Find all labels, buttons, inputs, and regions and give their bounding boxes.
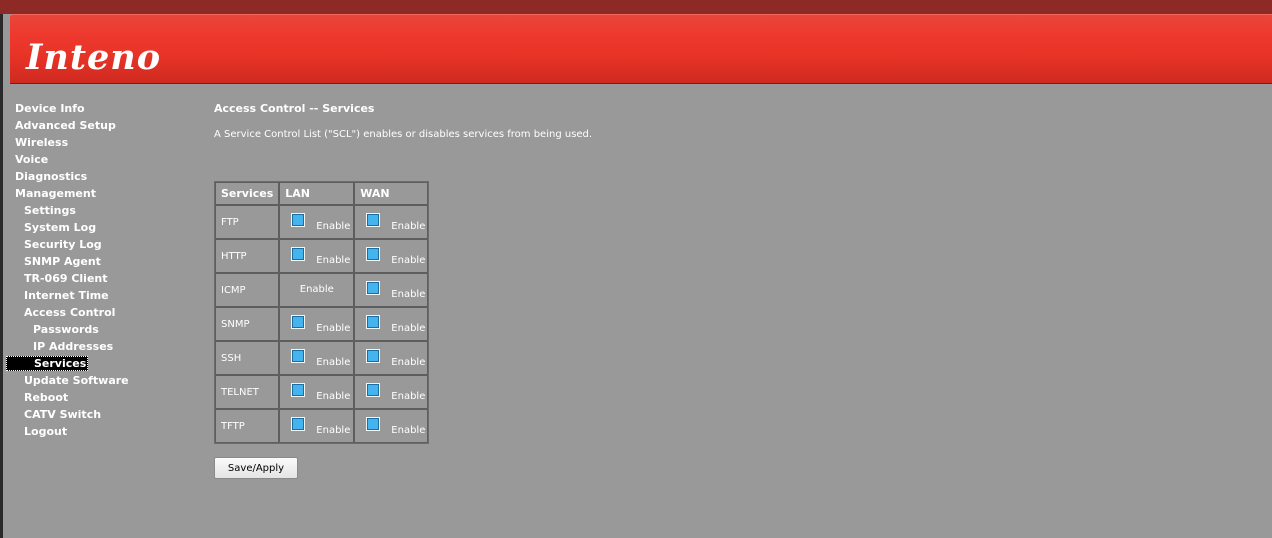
inteno-logo: Inteno <box>26 37 162 78</box>
enable-label: Enable <box>391 289 426 300</box>
enable-label: Enable <box>391 255 426 266</box>
lan-cell: Enable <box>279 307 355 341</box>
sidebar-item-settings[interactable]: Settings <box>6 202 196 219</box>
table-row-ssh: SSH Enable Enable <box>215 341 429 375</box>
save-apply-button[interactable]: Save/Apply <box>214 457 298 479</box>
sidebar-item-wireless[interactable]: Wireless <box>6 134 196 151</box>
table-row-telnet: TELNET Enable Enable <box>215 375 429 409</box>
wan-snmp-checkbox[interactable] <box>366 315 381 329</box>
column-header-services: Services <box>215 182 280 205</box>
sidebar-item-services[interactable]: Services <box>6 356 88 371</box>
service-name: TFTP <box>215 409 280 443</box>
sidebar-item-update-software[interactable]: Update Software <box>6 372 196 389</box>
lan-cell: Enable <box>279 409 355 443</box>
wan-cell: Enable <box>354 273 429 307</box>
sidebar-item-ip-addresses[interactable]: IP Addresses <box>6 338 196 355</box>
sidebar-item-device-info[interactable]: Device Info <box>6 100 196 117</box>
table-row-icmp: ICMP Enable Enable <box>215 273 429 307</box>
column-header-wan: WAN <box>354 182 429 205</box>
table-header-row: Services LAN WAN <box>215 182 429 205</box>
service-name: HTTP <box>215 239 280 273</box>
service-name: FTP <box>215 205 280 239</box>
sidebar-item-tr069-client[interactable]: TR-069 Client <box>6 270 196 287</box>
wan-cell: Enable <box>354 239 429 273</box>
sidebar-item-snmp-agent[interactable]: SNMP Agent <box>6 253 196 270</box>
lan-http-checkbox[interactable] <box>291 247 306 261</box>
table-row-tftp: TFTP Enable Enable <box>215 409 429 443</box>
enable-label: Enable <box>299 284 334 295</box>
sidebar-item-logout[interactable]: Logout <box>6 423 196 440</box>
enable-label: Enable <box>391 357 426 368</box>
wan-icmp-checkbox[interactable] <box>366 281 381 295</box>
sidebar-item-advanced-setup[interactable]: Advanced Setup <box>6 117 196 134</box>
sidebar-nav: Device Info Advanced Setup Wireless Voic… <box>6 100 196 440</box>
page-title: Access Control -- Services <box>214 102 375 115</box>
wan-cell: Enable <box>354 307 429 341</box>
lan-cell: Enable <box>279 341 355 375</box>
wan-tftp-checkbox[interactable] <box>366 417 381 431</box>
lan-cell: Enable <box>279 375 355 409</box>
window-left-border <box>0 0 3 538</box>
wan-cell: Enable <box>354 409 429 443</box>
table-row-snmp: SNMP Enable Enable <box>215 307 429 341</box>
lan-cell: Enable <box>279 205 355 239</box>
enable-label: Enable <box>391 221 426 232</box>
header-banner <box>10 14 1272 83</box>
wan-ssh-checkbox[interactable] <box>366 349 381 363</box>
wan-cell: Enable <box>354 375 429 409</box>
wan-cell: Enable <box>354 205 429 239</box>
enable-label: Enable <box>316 357 351 368</box>
lan-telnet-checkbox[interactable] <box>291 383 306 397</box>
enable-label: Enable <box>316 255 351 266</box>
lan-ftp-checkbox[interactable] <box>291 213 306 227</box>
sidebar-item-security-log[interactable]: Security Log <box>6 236 196 253</box>
lan-tftp-checkbox[interactable] <box>291 417 306 431</box>
enable-label: Enable <box>316 221 351 232</box>
sidebar-item-system-log[interactable]: System Log <box>6 219 196 236</box>
enable-label: Enable <box>316 323 351 334</box>
enable-label: Enable <box>316 391 351 402</box>
service-name: SNMP <box>215 307 280 341</box>
enable-label: Enable <box>391 391 426 402</box>
wan-http-checkbox[interactable] <box>366 247 381 261</box>
service-name: TELNET <box>215 375 280 409</box>
wan-cell: Enable <box>354 341 429 375</box>
lan-cell: Enable <box>279 239 355 273</box>
sidebar-item-access-control[interactable]: Access Control <box>6 304 196 321</box>
column-header-lan: LAN <box>279 182 355 205</box>
sidebar-item-management[interactable]: Management <box>6 185 196 202</box>
table-row-http: HTTP Enable Enable <box>215 239 429 273</box>
page-description: A Service Control List ("SCL") enables o… <box>214 129 593 140</box>
sidebar-item-voice[interactable]: Voice <box>6 151 196 168</box>
service-name: ICMP <box>215 273 280 307</box>
wan-telnet-checkbox[interactable] <box>366 383 381 397</box>
lan-snmp-checkbox[interactable] <box>291 315 306 329</box>
lan-ssh-checkbox[interactable] <box>291 349 306 363</box>
sidebar-item-diagnostics[interactable]: Diagnostics <box>6 168 196 185</box>
sidebar-item-reboot[interactable]: Reboot <box>6 389 196 406</box>
sidebar-item-passwords[interactable]: Passwords <box>6 321 196 338</box>
sidebar-item-catv-switch[interactable]: CATV Switch <box>6 406 196 423</box>
sidebar-item-internet-time[interactable]: Internet Time <box>6 287 196 304</box>
service-name: SSH <box>215 341 280 375</box>
enable-label: Enable <box>391 323 426 334</box>
enable-label: Enable <box>316 425 351 436</box>
services-table: Services LAN WAN FTP Enable Enable HTTP … <box>214 181 430 444</box>
top-strip <box>0 0 1272 14</box>
enable-label: Enable <box>391 425 426 436</box>
table-row-ftp: FTP Enable Enable <box>215 205 429 239</box>
wan-ftp-checkbox[interactable] <box>366 213 381 227</box>
lan-cell: Enable <box>279 273 355 307</box>
